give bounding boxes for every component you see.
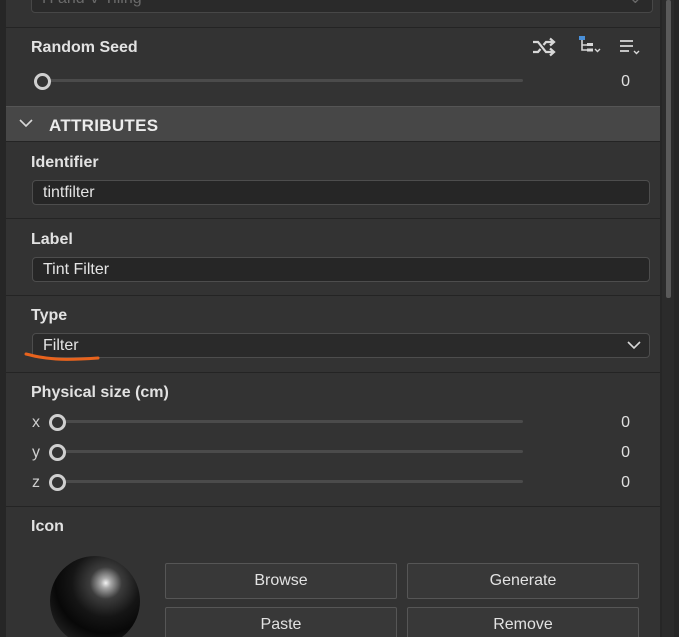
tiling-section: H and V Tiling ⌄ [6, 0, 660, 26]
browse-button[interactable]: Browse [165, 563, 397, 599]
attributes-header[interactable]: ATTRIBUTES [6, 106, 660, 142]
icon-label: Icon [31, 518, 64, 535]
random-seed-slider[interactable] [36, 79, 523, 82]
list-options-icon[interactable] [618, 37, 644, 59]
random-seed-label: Random Seed [31, 39, 138, 56]
axis-z-label: z [32, 474, 40, 491]
properties-panel: H and V Tiling ⌄ Random Seed 0 [6, 0, 660, 637]
label-input[interactable]: Tint Filter [32, 257, 650, 282]
physical-size-label: Physical size (cm) [31, 384, 169, 401]
axis-y-slider-handle[interactable] [49, 444, 66, 461]
label-field-label: Label [31, 231, 73, 248]
tiling-dropdown[interactable]: H and V Tiling ⌄ [31, 0, 653, 13]
identifier-input[interactable]: tintfilter [32, 180, 650, 205]
axis-z-value: 0 [621, 474, 630, 491]
annotation-underline [24, 352, 100, 361]
axis-x-value: 0 [621, 414, 630, 431]
remove-button[interactable]: Remove [407, 607, 639, 637]
hierarchy-icon[interactable] [577, 34, 603, 56]
type-label: Type [31, 307, 68, 324]
axis-x-slider[interactable] [56, 420, 523, 423]
scrollbar-thumb[interactable] [666, 0, 671, 298]
random-seed-section: Random Seed 0 [6, 27, 660, 106]
paste-button[interactable]: Paste [165, 607, 397, 637]
chevron-down-icon [19, 119, 33, 128]
axis-z-slider[interactable] [56, 480, 523, 483]
random-seed-slider-handle[interactable] [34, 73, 51, 90]
axis-y-label: y [32, 444, 40, 461]
tiling-dropdown-value: H and V Tiling [42, 0, 142, 8]
type-section: Type Filter [6, 295, 660, 372]
random-seed-value: 0 [621, 73, 630, 90]
shuffle-icon[interactable] [531, 36, 557, 58]
axis-y-slider[interactable] [56, 450, 523, 453]
identifier-section: Identifier tintfilter [6, 141, 660, 218]
axis-x-label: x [32, 414, 40, 431]
label-section: Label Tint Filter [6, 218, 660, 295]
type-dropdown[interactable]: Filter [32, 333, 650, 358]
attributes-title: ATTRIBUTES [49, 116, 159, 135]
material-preview-sphere [50, 556, 140, 637]
generate-button[interactable]: Generate [407, 563, 639, 599]
axis-y-value: 0 [621, 444, 630, 461]
chevron-down-icon [627, 341, 641, 350]
physical-size-section: Physical size (cm) x 0 y 0 z 0 [6, 372, 660, 506]
axis-z-slider-handle[interactable] [49, 474, 66, 491]
axis-x-slider-handle[interactable] [49, 414, 66, 431]
identifier-label: Identifier [31, 154, 99, 171]
tiling-chevron-icon: ⌄ [629, 0, 642, 8]
